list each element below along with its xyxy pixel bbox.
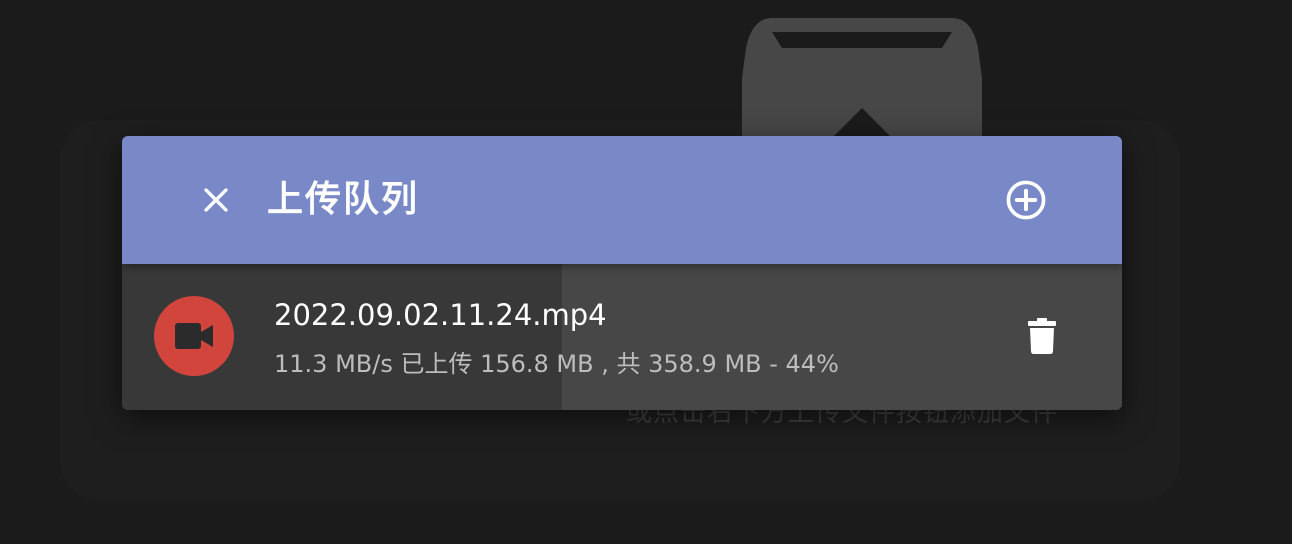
trash-icon bbox=[1028, 318, 1056, 354]
panel-title: 上传队列 bbox=[267, 179, 420, 220]
upload-page: 或点击右下方上传文件按钮添加文件 上传队列 2022.09.02.11.24.m… bbox=[0, 0, 1292, 544]
file-name: 2022.09.02.11.24.mp4 bbox=[274, 298, 607, 332]
file-type-avatar bbox=[154, 296, 234, 376]
upload-status-text: 11.3 MB/s 已上传 156.8 MB , 共 358.9 MB - 44… bbox=[274, 350, 839, 378]
upload-list-item: 2022.09.02.11.24.mp4 11.3 MB/s 已上传 156.8… bbox=[122, 264, 1122, 410]
add-file-button[interactable] bbox=[1002, 176, 1050, 224]
video-camera-icon bbox=[175, 323, 213, 349]
upload-queue-panel: 上传队列 2022.09.02.11.24.mp4 11.3 MB/s 已上传 bbox=[122, 136, 1122, 410]
close-button[interactable] bbox=[192, 176, 240, 224]
delete-upload-button[interactable] bbox=[1016, 310, 1068, 362]
close-icon bbox=[204, 188, 228, 212]
add-circle-icon bbox=[1006, 180, 1046, 220]
panel-header: 上传队列 bbox=[122, 136, 1122, 264]
